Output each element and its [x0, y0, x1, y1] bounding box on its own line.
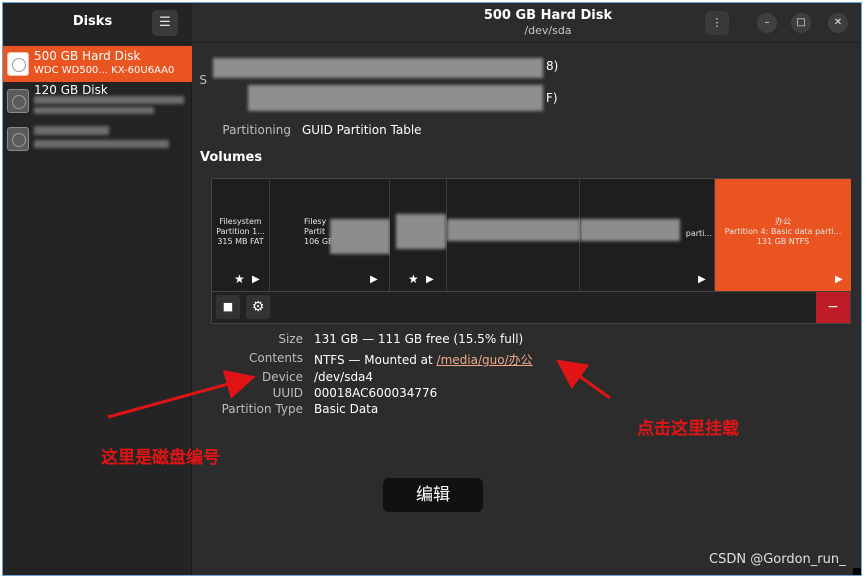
annotation-arrows [107, 359, 611, 419]
watermark: CSDN @Gordon_run_ [709, 552, 846, 567]
device-arrow [107, 369, 256, 419]
mount-arrow [556, 359, 611, 400]
corner-block [853, 568, 861, 575]
mount-annotation: 点击这里挂载 [637, 419, 739, 439]
device-annotation: 这里是磁盘编号 [101, 448, 220, 468]
disks-window: Disks ☰ 500 GB Hard Disk WDC WD500... KX… [2, 2, 862, 576]
